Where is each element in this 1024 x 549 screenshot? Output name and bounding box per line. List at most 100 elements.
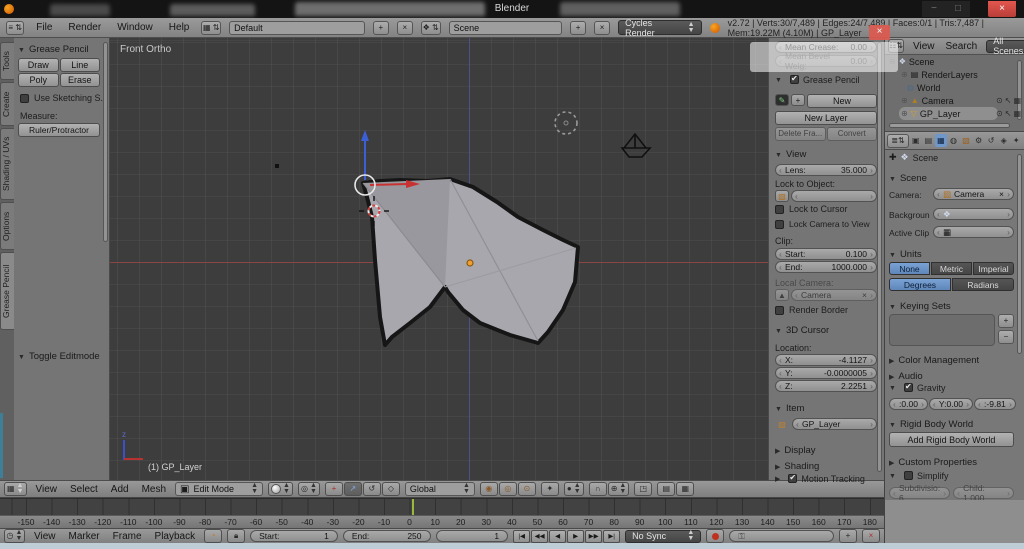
use-sketching-checkbox[interactable] — [20, 94, 29, 103]
tab-shading-uvs[interactable]: Shading / UVs — [0, 128, 14, 200]
proportional-falloff-icon[interactable]: ◎ — [499, 482, 517, 496]
tab-world[interactable]: ◍ — [948, 134, 960, 147]
scene-field[interactable]: Scene — [449, 21, 563, 35]
lens-field[interactable]: Lens: 35.000 — [775, 164, 877, 176]
editor-type-icon[interactable]: ▦▲▼ — [4, 482, 27, 496]
gravity-y-field[interactable]: Y:0.00 — [929, 398, 973, 410]
gravity-x-field[interactable]: :0.00 — [889, 398, 928, 410]
selectable-icon[interactable]: ↖ — [1005, 109, 1012, 118]
play-button[interactable]: ▶ — [567, 530, 584, 543]
keying-sets-list[interactable] — [889, 314, 995, 346]
simplify-child-field[interactable]: Child: 1.000 — [953, 487, 1014, 499]
layout-delete-button[interactable]: × — [397, 21, 413, 35]
tab-object[interactable]: ▧ — [960, 134, 972, 147]
proportional-connected-icon[interactable]: ⊙ — [518, 482, 536, 496]
viewport-shading-select[interactable]: ▲▼ — [268, 482, 293, 496]
tab-tools[interactable]: Tools — [0, 42, 14, 80]
pin-icon[interactable]: ✚ — [889, 152, 897, 163]
display-panel-header[interactable]: Display — [775, 445, 877, 456]
hide-icon[interactable]: ⊙ — [996, 96, 1003, 105]
cursor-z-field[interactable]: Z: 2.2251 — [775, 380, 877, 392]
erase-button[interactable]: Erase — [60, 73, 101, 87]
proportional-edit-icon[interactable]: ◉ — [480, 482, 498, 496]
display-mode-select[interactable]: All Scenes — [986, 40, 1024, 53]
scene-add-button[interactable]: + — [570, 21, 586, 35]
hide-icon[interactable]: ⊙ — [996, 109, 1003, 118]
expander-icon[interactable]: ⊕ — [901, 109, 908, 118]
new-layer-button[interactable]: New Layer — [775, 111, 877, 125]
use-preview-range-icon[interactable]: ◔ — [204, 529, 222, 543]
snap-magnet-icon[interactable]: ∩ — [589, 482, 607, 496]
prev-keyframe-button[interactable]: ◀◀ — [531, 530, 548, 543]
gravity-z-field[interactable]: :-9.81 — [974, 398, 1016, 410]
lock-camera-checkbox[interactable] — [775, 220, 784, 229]
grease-pencil-panel-header[interactable]: Grease Pencil — [775, 74, 877, 85]
gravity-panel-header[interactable]: Gravity — [889, 382, 1014, 393]
timeline-menu-view[interactable]: View — [30, 531, 60, 542]
motion-tracking-header[interactable]: Motion Tracking — [775, 473, 877, 484]
timeline-track[interactable] — [0, 498, 884, 515]
grease-pencil-checkbox[interactable] — [790, 75, 799, 84]
outliner-row-world[interactable]: ◍ World — [885, 81, 1024, 94]
outliner-menu-search[interactable]: Search — [944, 41, 980, 52]
viewport-menu-select[interactable]: Select — [66, 484, 102, 495]
tab-render[interactable]: ▣ — [910, 134, 922, 147]
tab-create[interactable]: Create — [0, 82, 14, 126]
lock-to-cursor-checkbox[interactable] — [775, 205, 784, 214]
background-field[interactable]: ❖ — [933, 208, 1014, 220]
minimize-button[interactable]: − — [922, 1, 946, 17]
editor-type-icon[interactable]: ◷▲▼ — [4, 529, 25, 543]
outliner-row-gp-layer[interactable]: ⊕ ▽ GP_Layer ⊙ ↖ ▦ — [885, 107, 1024, 120]
units-degrees-button[interactable]: Degrees — [889, 278, 951, 291]
manipulate-origins-icon[interactable]: ◳ — [634, 482, 652, 496]
units-imperial-button[interactable]: Imperial — [973, 262, 1014, 275]
render-icon[interactable]: ▦ — [1013, 109, 1021, 118]
scene-panel-header[interactable]: Scene — [889, 173, 1014, 184]
editor-type-icon[interactable]: ≣⇅ — [887, 134, 909, 148]
draw-button[interactable]: Draw — [18, 58, 59, 72]
expander-icon[interactable]: ⊕ — [901, 96, 908, 105]
layout-add-button[interactable]: + — [373, 21, 389, 35]
gravity-checkbox[interactable] — [904, 383, 913, 392]
scale-manipulator-icon[interactable]: ◇ — [382, 482, 400, 496]
units-panel-header[interactable]: Units — [889, 249, 1014, 260]
motion-tracking-checkbox[interactable] — [788, 474, 797, 483]
viewport-menu-view[interactable]: View — [32, 484, 62, 495]
add-rigid-body-button[interactable]: Add Rigid Body World — [889, 432, 1014, 447]
delete-keyframe-icon[interactable]: × — [862, 529, 880, 543]
units-metric-button[interactable]: Metric — [931, 262, 972, 275]
menu-help[interactable]: Help — [165, 22, 194, 33]
expander-icon[interactable]: ⊕ — [901, 70, 908, 79]
keying-set-add-button[interactable]: + — [998, 314, 1014, 328]
mode-select[interactable]: ▣ Edit Mode ▲▼ — [175, 482, 263, 496]
viewport-menu-add[interactable]: Add — [107, 484, 133, 495]
tab-options[interactable]: Options — [0, 202, 14, 250]
clear-icon[interactable]: × — [999, 189, 1004, 199]
render-border-checkbox[interactable] — [775, 306, 784, 315]
orientation-select[interactable]: Global ▲▼ — [405, 482, 475, 496]
jump-to-start-button[interactable]: |◀ — [513, 530, 530, 543]
outliner-row-renderlayers[interactable]: ⊕ ▤ RenderLayers — [885, 68, 1024, 81]
line-button[interactable]: Line — [60, 58, 101, 72]
properties-scrollbar[interactable] — [1017, 154, 1022, 354]
selectable-icon[interactable]: ↖ — [1005, 96, 1012, 105]
translate-manipulator-icon[interactable]: ↗ — [344, 482, 362, 496]
screen-layout-icon[interactable]: ▦ ⇅ — [201, 21, 221, 35]
gp-new-button[interactable]: New — [807, 94, 877, 108]
scene-browse-icon[interactable]: ❖ ⇅ — [421, 21, 441, 35]
snap-element-select[interactable]: ⊕▲▼ — [608, 482, 630, 496]
snap-during-transform-icon[interactable]: ✦ — [541, 482, 559, 496]
custom-properties-header[interactable]: Custom Properties — [889, 457, 1014, 468]
tool-shelf-scrollbar[interactable] — [103, 42, 108, 242]
shading-panel-header[interactable]: Shading — [775, 461, 877, 472]
sync-mode-select[interactable]: No Sync ▲▼ — [625, 530, 701, 543]
outliner-row-camera[interactable]: ⊕ ▲ Camera ⊙ ↖ ▦ — [885, 94, 1024, 107]
lock-time-icon[interactable]: 🔒︎ — [227, 529, 245, 543]
poly-button[interactable]: Poly — [18, 73, 59, 87]
insert-keyframe-icon[interactable]: + — [839, 529, 857, 543]
plus-icon[interactable]: + — [791, 94, 805, 106]
menu-window[interactable]: Window — [113, 22, 157, 33]
outliner-menu-view[interactable]: View — [911, 41, 937, 52]
npanel-scrollbar[interactable] — [877, 42, 882, 472]
jump-to-end-button[interactable]: ▶| — [603, 530, 620, 543]
